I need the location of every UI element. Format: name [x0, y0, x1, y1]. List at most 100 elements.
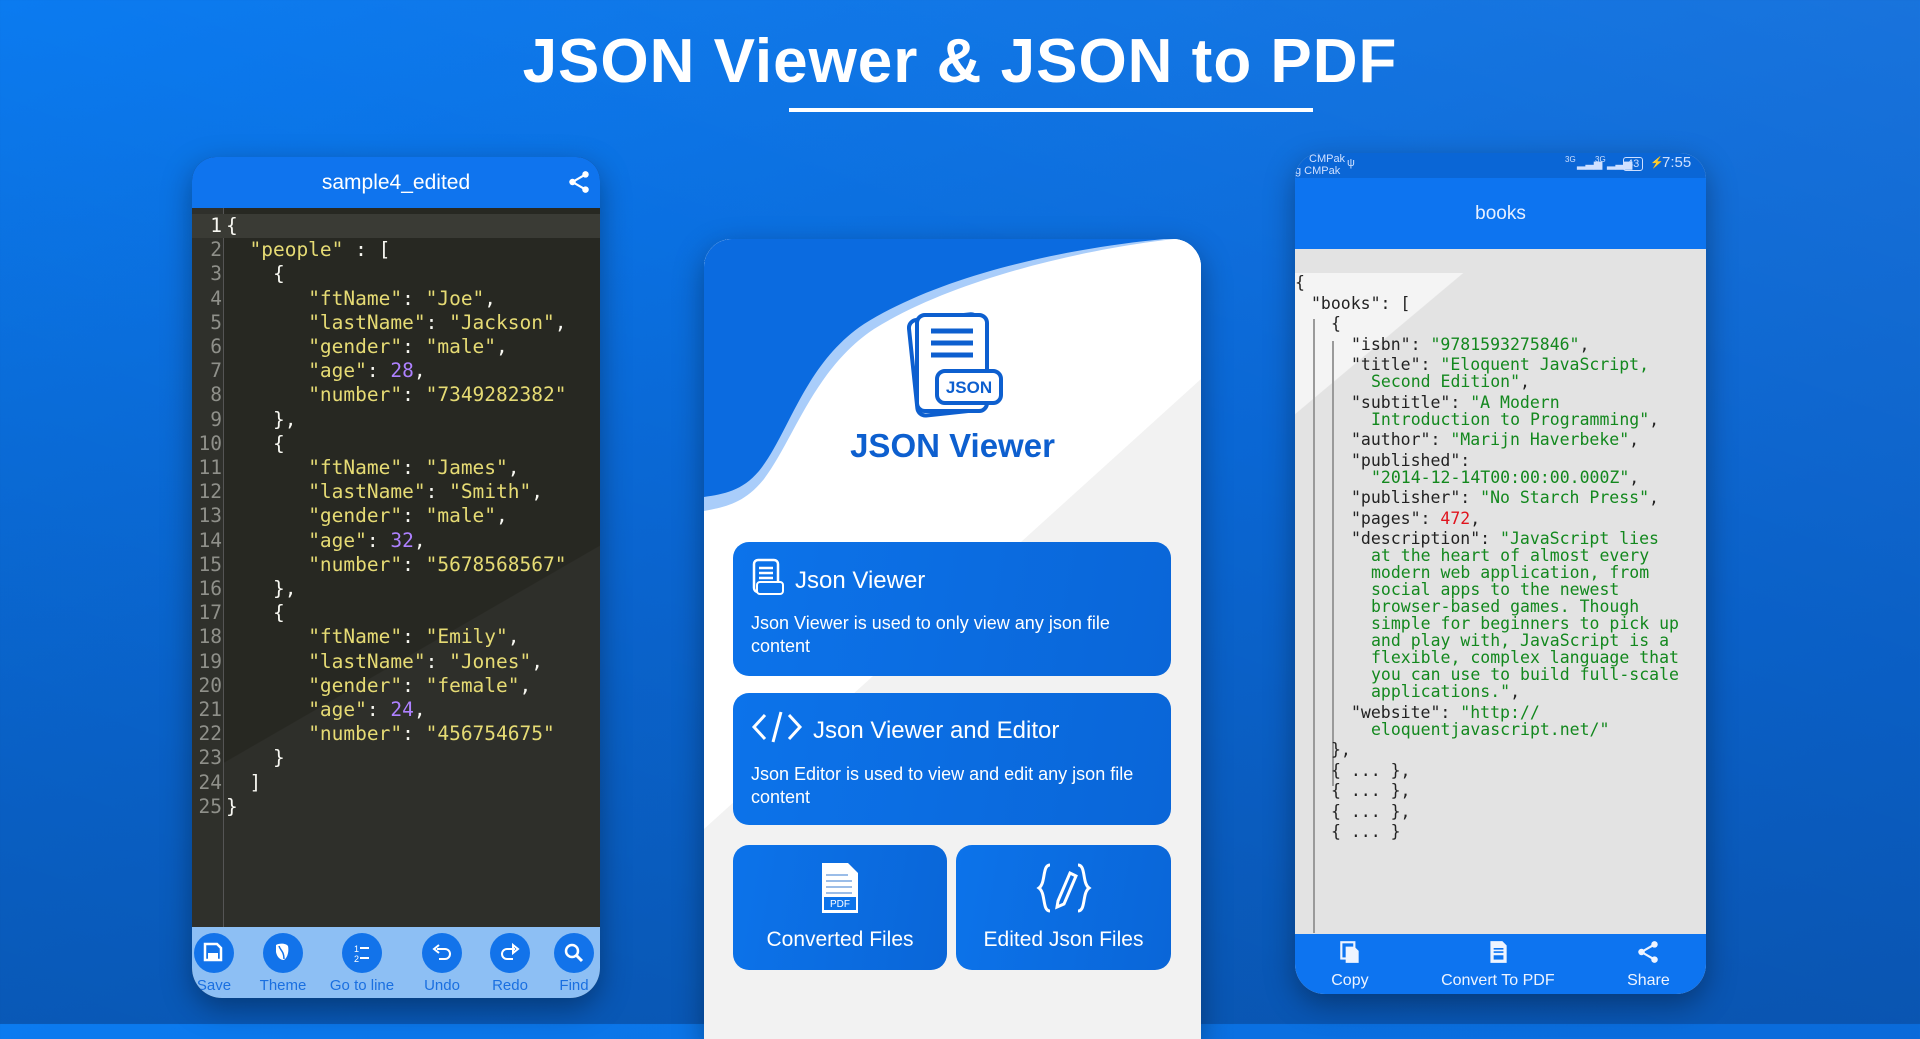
copy-button[interactable]: Copy [1331, 939, 1369, 990]
clock: 7:55 [1662, 154, 1692, 171]
toolbar-undo-button[interactable]: Undo [406, 927, 478, 998]
json-line: applications.", [1371, 682, 1520, 703]
json-key: "books": [ [1311, 293, 1411, 313]
convert-to-pdf-button[interactable]: Convert To PDF [1441, 939, 1555, 990]
punctuation-token [226, 359, 308, 382]
punctuation-token: , [507, 456, 520, 479]
json-line: "pages": 472, [1351, 509, 1480, 530]
edited-json-files-tile[interactable]: Edited Json Files [956, 845, 1171, 970]
string-token: "age" [308, 359, 367, 383]
string-token: "Jones" [449, 649, 532, 673]
line-number: 6 [210, 335, 222, 358]
code-editor[interactable]: 1{2 "people" : [3 {4 "ftName": "Joe", 5 "… [192, 208, 600, 927]
code-line: 11 "ftName": "James", [192, 456, 600, 480]
toolbar-label: Redo [492, 977, 528, 994]
card-description: Json Viewer is used to only view any jso… [751, 613, 1110, 656]
punctuation-token [226, 383, 308, 406]
line-number: 16 [198, 577, 222, 600]
code-line: 25} [192, 795, 600, 819]
carrier-2: g CMPak [1295, 165, 1341, 177]
punctuation-token: , [531, 649, 544, 673]
punctuation-token: : [366, 698, 391, 721]
viewer-header: books [1295, 178, 1706, 249]
code-line: 18 "ftName": "Emily", [192, 625, 600, 649]
line-number: 14 [198, 528, 222, 552]
toolbar-find-button[interactable]: Find [542, 927, 600, 998]
string-value: "Marijn Haverbeke" [1450, 430, 1630, 449]
json-file-icon [751, 558, 785, 603]
string-value: Second Edition" [1371, 372, 1521, 391]
number-token: 28 [390, 359, 414, 383]
string-token: "number" [308, 383, 403, 407]
json-tree[interactable]: {"books": [{"isbn": "9781593275846", "tit… [1295, 273, 1706, 933]
string-token: "ftName" [308, 456, 403, 479]
toolbar-redo-button[interactable]: Redo [478, 927, 542, 998]
json-key: { [1331, 314, 1341, 333]
json-editor-card[interactable]: Json Viewer and Editor Json Editor is us… [733, 693, 1171, 825]
punctuation-token: : [402, 552, 426, 576]
string-token: "gender" [308, 504, 403, 528]
punctuation-token [226, 335, 308, 358]
undo-icon [422, 933, 462, 973]
punctuation-token [226, 625, 308, 648]
json-line: { ... }, [1331, 781, 1410, 802]
string-token: "age" [308, 528, 367, 552]
string-token: "456754675" [425, 722, 555, 746]
json-line: Second Edition", [1371, 372, 1530, 393]
string-token: "age" [308, 698, 367, 721]
punctuation-token: : [425, 310, 450, 334]
app-name: JSON Viewer [850, 427, 1055, 464]
punctuation-token [226, 238, 249, 261]
json-key: { ... } [1331, 822, 1401, 841]
code-line: 13 "gender": "male", [192, 504, 600, 528]
punctuation-token [226, 698, 308, 721]
string-token: "gender" [308, 673, 403, 697]
line-number: 12 [198, 480, 222, 504]
toolbar-label: Theme [259, 977, 307, 994]
json-line: eloquentjavascript.net/" [1371, 720, 1609, 741]
toolbar-go-to-line-button[interactable]: 1 2 Go to line [318, 927, 406, 998]
punctuation-token [226, 722, 308, 745]
json-key: , [1649, 488, 1659, 507]
line-number: 13 [198, 504, 222, 528]
bottom-bar-label: Share [1627, 971, 1670, 989]
code-line: 9 }, [192, 408, 600, 432]
carrier-1: CMPak [1309, 153, 1346, 165]
json-line: }, [1331, 740, 1351, 761]
viewer-screen: CMPak g CMPak ψ 3G ▂▃▅ 3G ▂▃▅ 43 ⚡ 7:55 … [1295, 153, 1706, 994]
punctuation-token: : [366, 528, 391, 552]
json-key: { [1295, 273, 1305, 292]
pdf-file-icon: PDF [818, 861, 862, 920]
battery-level: 43 [1623, 157, 1644, 171]
toolbar-theme-button[interactable]: Theme [248, 927, 318, 998]
punctuation-token: : [ [343, 238, 391, 262]
converted-files-tile[interactable]: PDF Converted Files [733, 845, 947, 970]
line-number: 5 [210, 310, 222, 334]
string-token: "Jackson" [449, 310, 555, 334]
line-number: 7 [210, 359, 222, 383]
svg-text:2: 2 [354, 954, 359, 964]
string-token: "number" [308, 722, 403, 746]
code-line: 20 "gender": "female", [192, 674, 600, 698]
punctuation-token: , [507, 625, 520, 649]
number-token: 32 [390, 528, 414, 552]
share-button[interactable]: Share [1627, 939, 1670, 990]
code-line: 19 "lastName": "Jones", [192, 650, 600, 674]
line-number: 20 [198, 673, 222, 697]
code-line: 24 ] [192, 771, 600, 795]
edit-json-icon [1035, 861, 1092, 920]
string-value: Introduction to Programming" [1371, 409, 1650, 429]
theme-icon [263, 933, 303, 973]
line-number: 2 [210, 238, 222, 262]
punctuation-token [226, 553, 308, 576]
toolbar-save-button[interactable]: Save [192, 927, 248, 998]
viewer-title: books [1475, 202, 1526, 224]
string-token: "5678568567" [425, 552, 567, 576]
json-viewer-card[interactable]: Json Viewer Json Viewer is used to only … [733, 542, 1171, 676]
json-key: , [1629, 467, 1640, 487]
punctuation-token: } [226, 746, 285, 770]
string-value: "No Starch Press" [1480, 488, 1650, 507]
punctuation-token [226, 287, 308, 310]
punctuation-token: , [413, 359, 426, 383]
share-icon[interactable] [566, 169, 592, 201]
